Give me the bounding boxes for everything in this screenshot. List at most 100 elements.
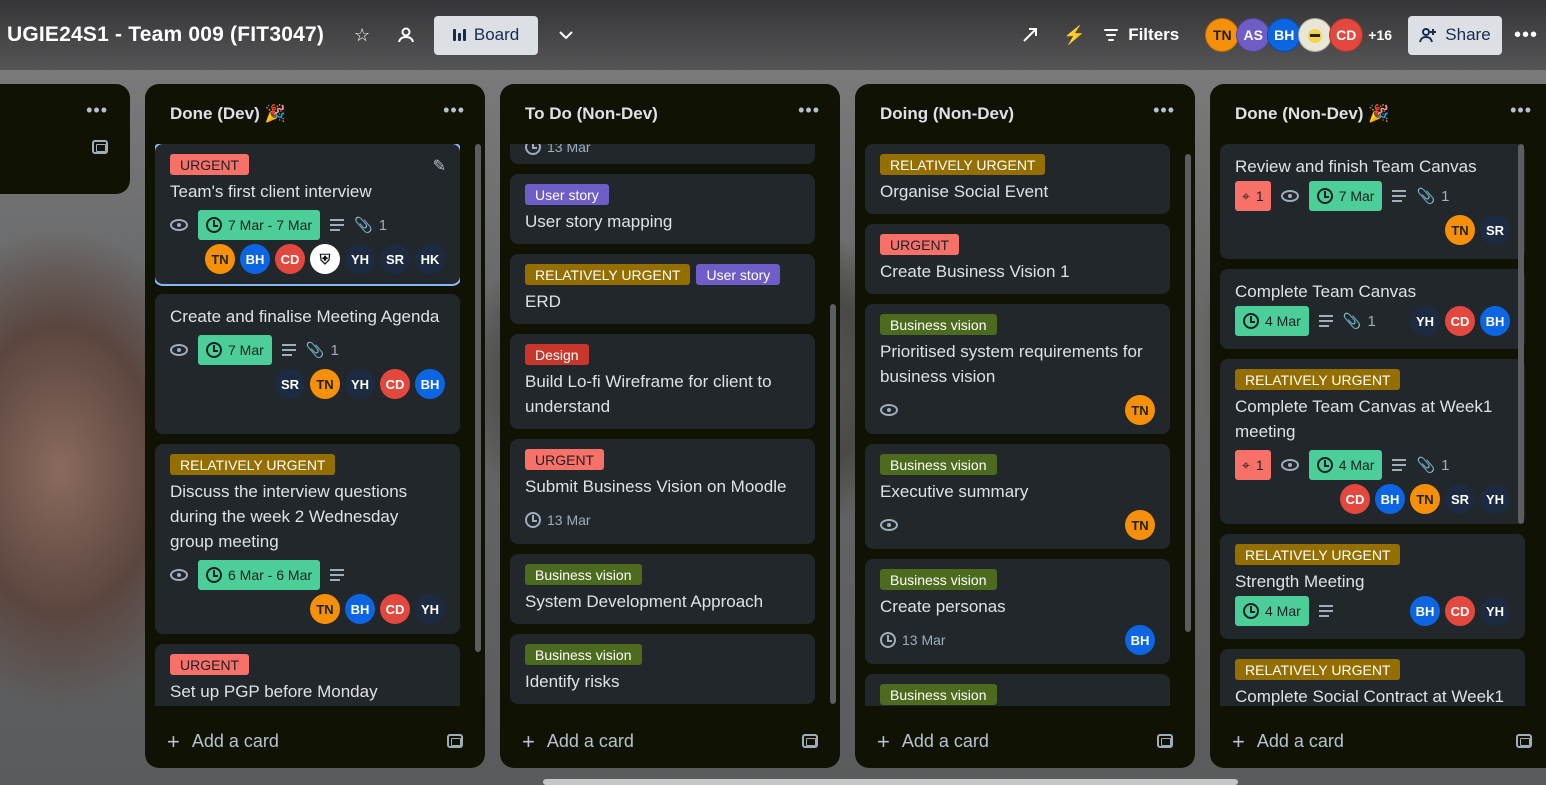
member-avatar[interactable]: SR (1445, 484, 1475, 514)
card-label[interactable]: Business vision (880, 569, 997, 590)
member-avatar[interactable]: YH (345, 369, 375, 399)
card-label[interactable]: RELATIVELY URGENT (1235, 544, 1401, 565)
card-label[interactable]: RELATIVELY URGENT (525, 264, 691, 285)
card-label[interactable]: Business vision (525, 564, 642, 585)
member-avatar[interactable]: BH (415, 369, 445, 399)
member-avatar[interactable]: CD (1445, 596, 1475, 626)
card-label[interactable]: URGENT (525, 449, 605, 470)
list-scrollbar[interactable] (830, 144, 836, 706)
card-label[interactable]: User story (525, 184, 609, 205)
member-avatar[interactable]: AS (1236, 18, 1271, 52)
card[interactable]: User story User story mapping (510, 174, 815, 244)
card-label[interactable]: URGENT (880, 234, 960, 255)
card[interactable]: RELATIVELY URGENT Strength Meeting 4 Mar… (1220, 534, 1525, 639)
card-label[interactable]: RELATIVELY URGENT (170, 454, 336, 475)
list-title[interactable]: Done (Non-Dev) 🎉 (1235, 104, 1389, 124)
member-avatar-image[interactable] (1298, 18, 1333, 52)
list-menu-icon[interactable]: ••• (1153, 100, 1175, 121)
card[interactable]: Design Build Lo-fi Wireframe for client … (510, 334, 815, 429)
board-members[interactable]: TN AS BH CD +16 (1205, 18, 1392, 52)
card[interactable]: RELATIVELY URGENT Organise Social Event (865, 144, 1170, 214)
card-label[interactable]: Design (525, 344, 589, 365)
card-template-icon[interactable] (447, 734, 463, 748)
add-card-button[interactable]: + Add a card (1232, 730, 1344, 752)
member-avatar[interactable]: YH (1410, 306, 1440, 336)
card[interactable]: Business vision Create personas 13 Mar B… (865, 559, 1170, 664)
member-avatar[interactable]: BH (1480, 306, 1510, 336)
card-template-icon[interactable] (1516, 734, 1532, 748)
member-avatar[interactable]: TN (1410, 484, 1440, 514)
member-avatar[interactable]: CD (380, 594, 410, 624)
list-menu-icon[interactable]: ••• (443, 100, 465, 121)
due-date-badge[interactable]: 7 Mar (198, 335, 272, 365)
card[interactable]: URGENT Set up PGP before Monday (155, 644, 460, 706)
due-date-badge[interactable]: 4 Mar (1308, 450, 1383, 480)
card[interactable]: RELATIVELY URGENT Discuss the interview … (155, 444, 460, 634)
vote-badge[interactable]: ⌖ 1 (1235, 450, 1271, 480)
member-avatar[interactable]: SR (380, 244, 410, 274)
member-avatar[interactable]: BH (1410, 596, 1440, 626)
list-scrollbar[interactable] (1518, 144, 1524, 706)
due-date-badge[interactable]: 4 Mar (1235, 306, 1309, 336)
more-members-count[interactable]: +16 (1368, 27, 1392, 43)
card-label[interactable]: URGENT (170, 154, 250, 175)
member-avatar[interactable]: CD (275, 244, 305, 274)
card-label[interactable]: URGENT (170, 654, 250, 675)
list-title[interactable]: Done (Dev) 🎉 (170, 104, 286, 124)
member-avatar[interactable]: CD (1340, 484, 1370, 514)
card[interactable]: RELATIVELY URGENT Complete Team Canvas a… (1220, 359, 1525, 524)
card-label[interactable]: Business vision (880, 684, 997, 705)
card[interactable]: Business vision System Development Appro… (510, 554, 815, 624)
card-label[interactable]: Business vision (880, 314, 997, 335)
list-title[interactable]: To Do (Non-Dev) (525, 104, 658, 124)
list-scrollbar[interactable] (475, 144, 481, 706)
card-label[interactable]: RELATIVELY URGENT (1235, 659, 1401, 680)
card-label[interactable]: Business vision (525, 644, 642, 665)
card-label[interactable]: RELATIVELY URGENT (880, 154, 1046, 175)
member-avatar[interactable]: BH (1375, 484, 1405, 514)
member-avatar[interactable]: BH (240, 244, 270, 274)
list-menu-icon[interactable]: ••• (1510, 100, 1532, 121)
member-avatar[interactable]: TN (310, 594, 340, 624)
card[interactable]: RELATIVELY URGENT Complete Social Contra… (1220, 649, 1525, 706)
member-avatar[interactable]: BH (1125, 625, 1155, 655)
add-card-button[interactable]: + Add a card (167, 730, 279, 752)
card[interactable]: Business vision Identify risks (510, 634, 815, 704)
member-avatar[interactable]: YH (1480, 484, 1510, 514)
card[interactable]: Business vision (865, 674, 1170, 706)
card-template-icon[interactable] (802, 734, 818, 748)
member-avatar[interactable]: BH (1267, 18, 1302, 52)
add-card-button[interactable]: + Add a card (522, 730, 634, 752)
automation-icon[interactable]: ⚡ (1058, 19, 1090, 51)
card[interactable]: ✎ URGENT Team's first client interview 7… (155, 144, 460, 284)
member-avatar[interactable]: TN (1125, 395, 1155, 425)
card-template-icon[interactable] (92, 140, 108, 154)
member-avatar[interactable]: BH (345, 594, 375, 624)
member-avatar[interactable]: YH (1480, 596, 1510, 626)
list-title[interactable]: Doing (Non-Dev) (880, 104, 1014, 124)
card[interactable]: URGENT Submit Business Vision on Moodle … (510, 439, 815, 544)
card-template-icon[interactable] (1157, 734, 1173, 748)
add-card-button[interactable]: + Add a card (877, 730, 989, 752)
card[interactable]: Complete Team Canvas 4 Mar 📎 1 YH CD BH (1220, 269, 1525, 349)
board-title[interactable]: UGIE24S1 - Team 009 (FIT3047) (7, 23, 324, 47)
board-view-button[interactable]: Board (434, 15, 539, 55)
list-scrollbar[interactable] (1185, 144, 1191, 706)
card[interactable]: RELATIVELY URGENT User story ERD (510, 254, 815, 324)
member-avatar[interactable]: TN (1125, 510, 1155, 540)
card[interactable]: URGENT Create Business Vision 1 (865, 224, 1170, 294)
card[interactable]: Business vision Prioritised system requi… (865, 304, 1170, 434)
member-avatar[interactable]: TN (310, 369, 340, 399)
member-avatar[interactable]: YH (345, 244, 375, 274)
list-menu-icon[interactable]: ••• (798, 100, 820, 121)
member-avatar[interactable]: HK (415, 244, 445, 274)
member-avatar[interactable]: TN (1445, 215, 1475, 245)
member-avatar[interactable]: SR (1480, 215, 1510, 245)
chevron-down-icon[interactable] (550, 19, 582, 51)
card-label[interactable]: RELATIVELY URGENT (1235, 369, 1401, 390)
board-horizontal-scrollbar[interactable] (543, 779, 1238, 785)
member-avatar[interactable]: TN (205, 244, 235, 274)
card[interactable]: Business vision Executive summary TN (865, 444, 1170, 549)
workspace-visible-icon[interactable] (390, 19, 422, 51)
member-avatar[interactable]: SR (275, 369, 305, 399)
